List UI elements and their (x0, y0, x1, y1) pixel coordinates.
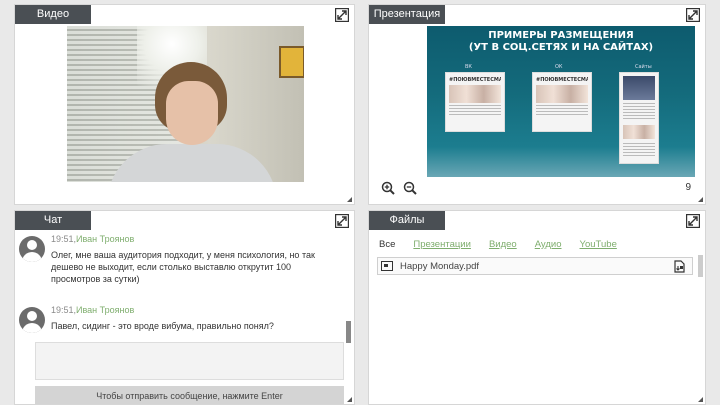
card-text-lines (449, 105, 501, 115)
card-photo (536, 85, 588, 103)
slide-title-line-1: ПРИМЕРЫ РАЗМЕЩЕНИЯ (488, 30, 634, 41)
presentation-zoom-controls (381, 181, 417, 197)
message-meta: 19:51,Иван Троянов (51, 305, 134, 315)
user-avatar-icon (19, 307, 45, 333)
zoom-out-icon[interactable] (403, 181, 417, 195)
card-text-lines (623, 103, 655, 121)
card-banner: #ПОЮВМЕСТЕСМАС (449, 77, 501, 83)
card-photo (623, 125, 655, 139)
send-message-hint[interactable]: Чтобы отправить сообщение, нажмите Enter (35, 386, 344, 404)
message-author: Иван Троянов (76, 305, 135, 315)
chat-panel-tab: Чат (15, 211, 91, 230)
resize-grip-icon[interactable] (347, 197, 352, 202)
chat-message-input[interactable] (35, 342, 344, 380)
card-text-lines (536, 105, 588, 115)
chat-scrollbar[interactable] (346, 321, 351, 343)
video-wall-picture (279, 46, 304, 78)
slide-card-sites (619, 72, 659, 164)
chat-panel: Чат 19:51,Иван Троянов Олег, мне ваша ау… (14, 210, 355, 405)
card-photo (449, 85, 501, 103)
video-panel-tab: Видео (15, 5, 91, 24)
card-banner: #ПОЮВМЕСТЕСМАС (536, 77, 588, 83)
file-name: Happy Monday.pdf (400, 261, 480, 272)
tab-all[interactable]: Все (379, 239, 395, 250)
presentation-panel-tab: Презентация (369, 5, 445, 24)
files-panel: Файлы Все Презентации Видео Аудио YouTub… (368, 210, 706, 405)
slide-column-label: ОК (555, 64, 563, 70)
video-person-face (166, 81, 218, 145)
open-file-icon[interactable] (673, 260, 686, 273)
slide-column-label: Сайты (635, 64, 652, 70)
file-list-item[interactable]: Happy Monday.pdf (377, 257, 693, 275)
presentation-file-icon (381, 261, 393, 271)
expand-icon[interactable] (335, 8, 349, 22)
expand-icon[interactable] (335, 214, 349, 228)
message-text: Павел, сидинг - это вроде вибума, правил… (51, 321, 274, 331)
file-filter-tabs: Все Презентации Видео Аудио YouTube (379, 239, 617, 250)
zoom-in-icon[interactable] (381, 181, 395, 195)
resize-grip-icon[interactable] (347, 397, 352, 402)
resize-grip-icon[interactable] (698, 197, 703, 202)
message-meta: 19:51,Иван Троянов (51, 234, 134, 244)
slide-title-line-2: (УТ В СОЦ.СЕТЯХ И НА САЙТАХ) (468, 42, 654, 53)
slide-title: ПРИМЕРЫ РАЗМЕЩЕНИЯ (УТ В СОЦ.СЕТЯХ И НА … (427, 30, 695, 54)
tab-audio[interactable]: Аудио (535, 239, 562, 250)
slide-column-label: ВК (465, 64, 472, 70)
expand-icon[interactable] (686, 214, 700, 228)
video-stream (67, 26, 304, 182)
tab-video[interactable]: Видео (489, 239, 517, 250)
presentation-slide: ПРИМЕРЫ РАЗМЕЩЕНИЯ (УТ В СОЦ.СЕТЯХ И НА … (427, 26, 695, 177)
video-panel: Видео (14, 4, 355, 205)
message-author: Иван Троянов (76, 234, 135, 244)
chat-message: 19:51,Иван Троянов Олег, мне ваша аудито… (19, 234, 339, 292)
message-text: Олег, мне ваша аудитория подходит, у мен… (51, 250, 315, 284)
card-photo (623, 76, 655, 100)
message-time: 19:51, (51, 305, 77, 315)
tab-presentations[interactable]: Презентации (413, 239, 471, 250)
presentation-panel: Презентация ПРИМЕРЫ РАЗМЕЩЕНИЯ (УТ В СОЦ… (368, 4, 706, 205)
tab-youtube[interactable]: YouTube (580, 239, 617, 250)
slide-card-ok: #ПОЮВМЕСТЕСМАС (532, 72, 592, 132)
card-text-lines (623, 143, 655, 157)
expand-icon[interactable] (686, 8, 700, 22)
resize-grip-icon[interactable] (698, 397, 703, 402)
slide-card-vk: #ПОЮВМЕСТЕСМАС (445, 72, 505, 132)
chat-message: 19:51,Иван Троянов Павел, сидинг - это в… (19, 305, 339, 337)
message-time: 19:51, (51, 234, 77, 244)
user-avatar-icon (19, 236, 45, 262)
slide-page-number: 9 (685, 182, 691, 193)
files-panel-tab: Файлы (369, 211, 445, 230)
files-scrollbar[interactable] (698, 255, 703, 277)
